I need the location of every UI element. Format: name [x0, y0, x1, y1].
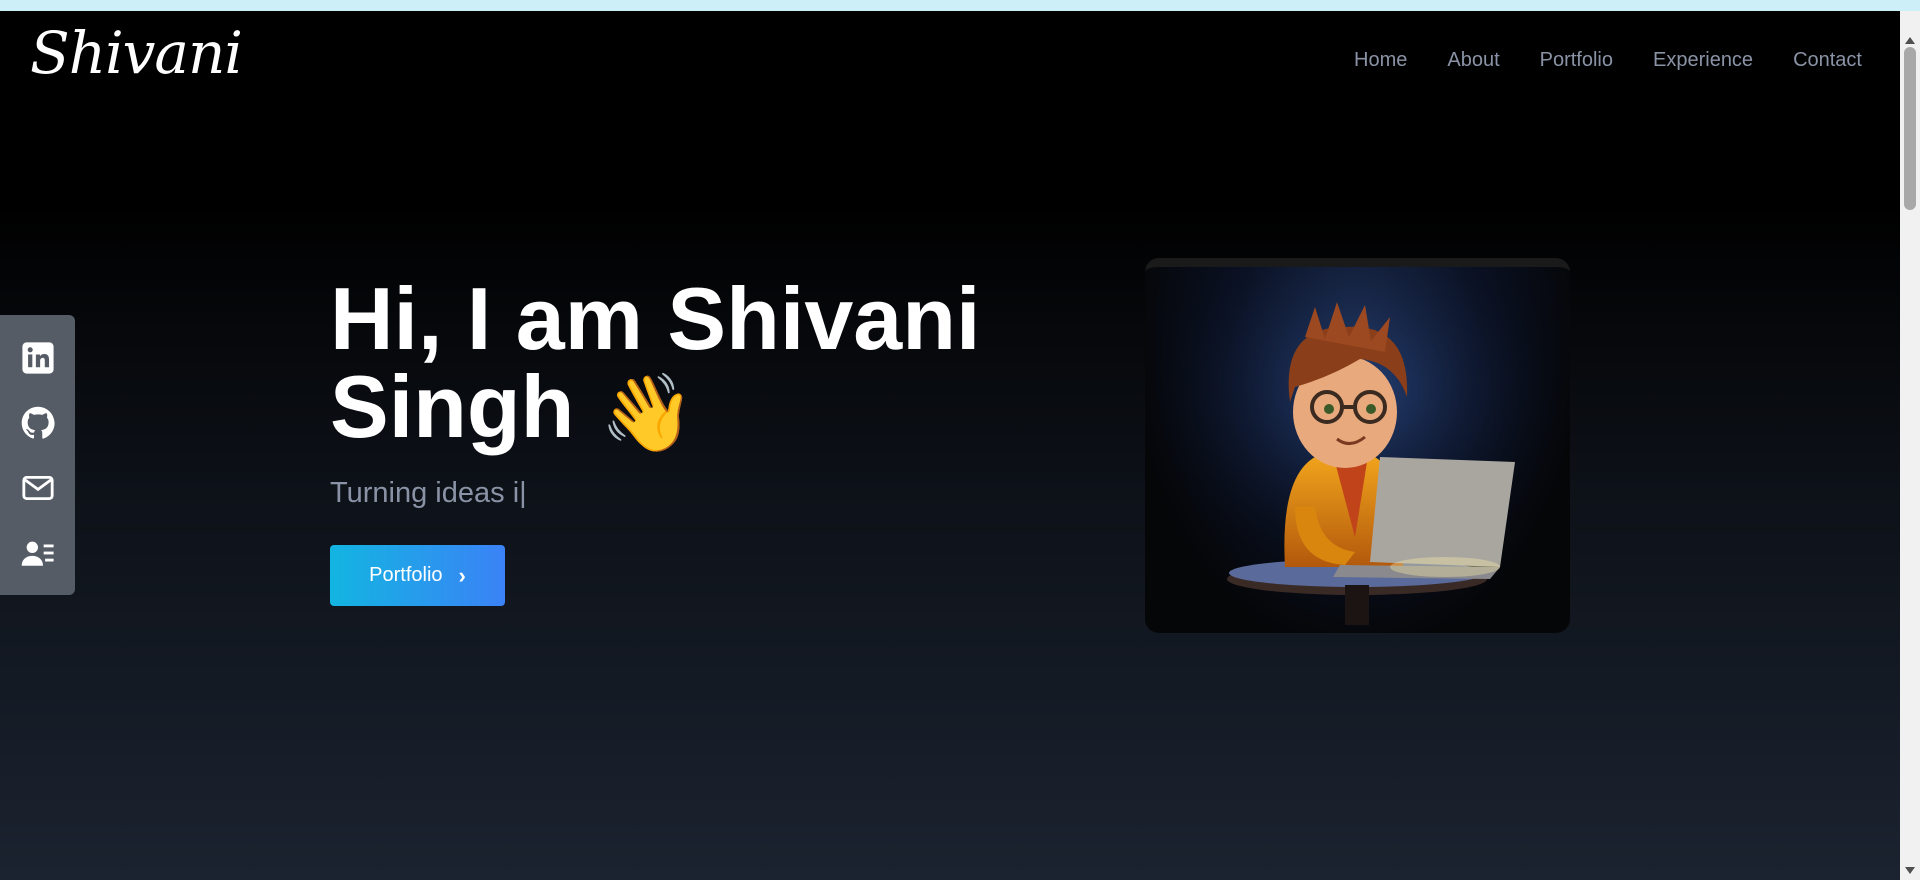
waving-hand-icon: 👋 [600, 370, 696, 456]
nav-home[interactable]: Home [1354, 49, 1407, 72]
scroll-down-arrow-icon[interactable] [1905, 867, 1915, 874]
hero-title: Hi, I am Shivani Singh 👋 [330, 275, 1030, 458]
scroll-thumb[interactable] [1904, 47, 1916, 210]
social-sidebar [0, 315, 75, 595]
portfolio-button[interactable]: Portfolio › [330, 545, 505, 606]
mail-icon[interactable] [20, 470, 56, 506]
nav-about[interactable]: About [1447, 49, 1499, 72]
portfolio-button-label: Portfolio [369, 564, 443, 586]
nav-experience[interactable]: Experience [1653, 49, 1753, 72]
nav-contact[interactable]: Contact [1793, 49, 1862, 72]
hero-title-line1: Hi, I am Shivani [330, 269, 981, 368]
browser-top-strip [0, 0, 1920, 11]
resume-icon[interactable] [20, 535, 56, 571]
scroll-up-arrow-icon[interactable] [1905, 37, 1915, 44]
page: Shivani Home About Portfolio Experience … [0, 11, 1900, 880]
chevron-right-icon: › [458, 562, 466, 588]
main-nav: Home About Portfolio Experience Contact [1354, 49, 1862, 72]
page-scrollbar[interactable] [1900, 11, 1920, 880]
hero-illustration [1145, 258, 1570, 633]
site-logo[interactable]: Shivani [30, 19, 243, 87]
developer-with-laptop-illustration [1145, 267, 1570, 633]
github-icon[interactable] [20, 405, 56, 441]
linkedin-icon[interactable] [20, 340, 56, 376]
hero-title-line2: Singh [330, 357, 575, 456]
hero-tagline: Turning ideas i| [330, 477, 527, 509]
nav-portfolio[interactable]: Portfolio [1540, 49, 1613, 72]
